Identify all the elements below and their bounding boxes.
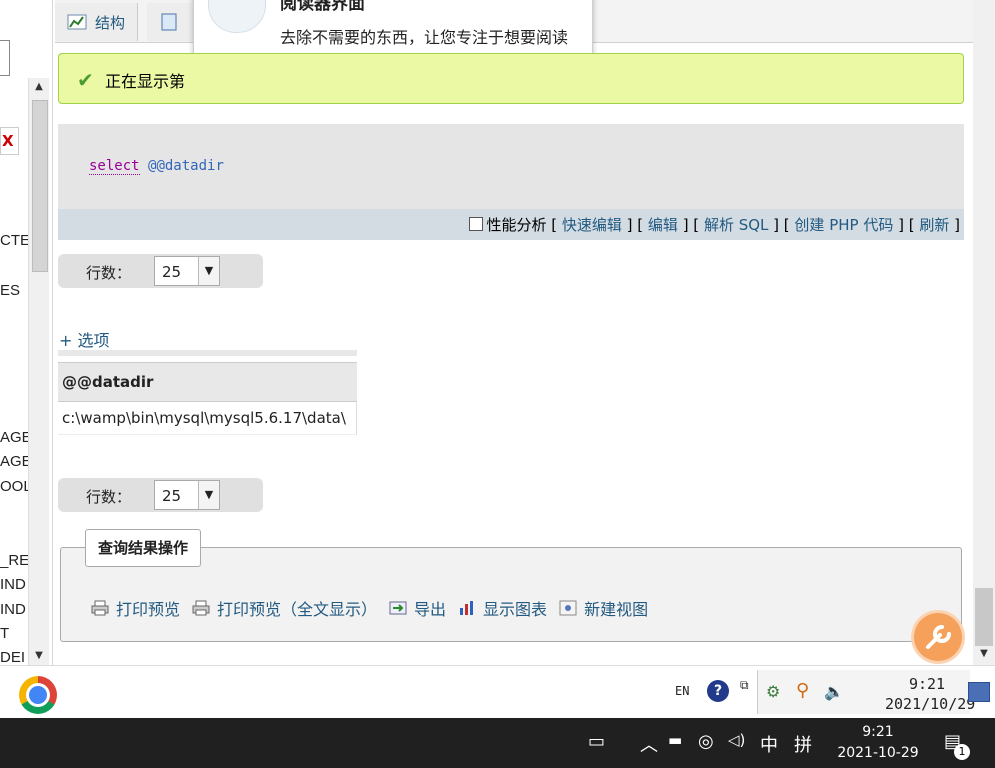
left-item[interactable]: DEI — [0, 649, 25, 665]
op-label: 打印预览（全文显示） — [217, 600, 378, 619]
rows-select[interactable]: 25 ▼ — [154, 480, 220, 510]
inline-edit-link[interactable]: 快速编辑 — [562, 216, 622, 234]
ops-items: 打印预览 打印预览（全文显示） 导出 显示图表 新建视图 — [91, 596, 648, 620]
tab-sql[interactable] — [147, 3, 198, 41]
left-item[interactable]: IND — [0, 576, 26, 593]
host-clock[interactable]: 9:21 2021-10-29 — [836, 722, 920, 764]
printer-icon — [91, 600, 109, 616]
scroll-up-arrow-icon[interactable]: ▲ — [29, 78, 49, 96]
profiling-checkbox[interactable] — [469, 217, 484, 231]
edit-link[interactable]: 编辑 — [648, 216, 678, 234]
left-scrollbar[interactable]: ▲ ▼ — [28, 78, 49, 665]
host-time: 9:21 — [862, 724, 894, 740]
sql-action-bar: 性能分析 [ 快速编辑 ] [ 编辑 ] [ 解析 SQL ] [ 创建 PHP… — [58, 209, 964, 240]
search-icon[interactable]: ⚲ — [796, 680, 809, 701]
chart-icon — [460, 601, 474, 615]
show-desktop-icon[interactable] — [968, 682, 990, 702]
globe-icon[interactable]: ◎ — [698, 731, 714, 752]
rows-select[interactable]: 25 ▼ — [154, 256, 220, 286]
wrench-icon[interactable] — [914, 613, 962, 661]
vm-date: 2021/10/29 — [885, 695, 976, 713]
ime-name[interactable]: 拼 — [794, 731, 812, 757]
create-php-code-link[interactable]: 创建 PHP 代码 — [794, 216, 893, 234]
sql-keyword[interactable]: select — [89, 158, 140, 175]
volume-icon[interactable]: 🔈 — [824, 682, 844, 701]
create-view-link[interactable]: 新建视图 — [559, 596, 648, 620]
options-link[interactable]: + 选项 — [59, 327, 110, 351]
op-label: 显示图表 — [483, 600, 548, 619]
export-icon — [389, 601, 407, 615]
explain-sql-link[interactable]: 解析 SQL — [704, 216, 768, 234]
rows-label: 行数： — [86, 264, 132, 282]
restore-icon[interactable]: ⧉ — [740, 678, 749, 693]
host-date: 2021-10-29 — [837, 745, 919, 761]
print-preview-link[interactable]: 打印预览 — [91, 596, 180, 620]
vm-time: 9:21 — [908, 675, 946, 693]
speaker-icon[interactable]: ◁) — [728, 731, 745, 749]
table-structure-icon — [67, 14, 87, 30]
profiling-label: 性能分析 — [486, 216, 547, 234]
left-item[interactable]: AGE — [0, 429, 32, 446]
table-cell: c:\wamp\bin\mysql\mysql5.6.17\data\ — [58, 402, 357, 435]
tab-label: 结构 — [95, 13, 126, 32]
sql-icon — [161, 13, 177, 31]
chrome-icon[interactable] — [19, 676, 57, 714]
language-indicator[interactable]: EN — [675, 684, 689, 698]
left-item[interactable]: IND — [0, 601, 26, 618]
scroll-down-arrow-icon[interactable]: ▼ — [974, 645, 994, 663]
vm-taskbar: EN ? ⧉ ⚙ ⚲ 🔈 9:21 2021/10/29 — [0, 665, 995, 719]
success-notice: ✔ 正在显示第 — [58, 53, 964, 104]
left-item[interactable]: OOL — [0, 478, 32, 495]
notice-text: 正在显示第 — [105, 72, 186, 91]
rows-per-page-top: 行数： 25 ▼ — [58, 254, 263, 288]
chevron-down-icon[interactable]: ▼ — [198, 257, 219, 285]
help-icon[interactable]: ? — [707, 680, 729, 702]
vm-clock[interactable]: 9:21 2021/10/29 — [885, 674, 976, 714]
network-icon[interactable]: ⚙ — [766, 682, 780, 701]
result-table: @@datadir c:\wamp\bin\mysql\mysql5.6.17\… — [58, 350, 357, 435]
op-label: 新建视图 — [584, 600, 649, 619]
reader-mode-icon — [208, 0, 266, 33]
host-taskbar: ▭ ︿ ▬ ◎ ◁) 中 拼 9:21 2021-10-29 ▤ 1 — [0, 718, 995, 768]
sql-code: select @@datadir — [89, 158, 224, 175]
rows-value: 25 — [162, 487, 182, 505]
refresh-link[interactable]: 刷新 — [919, 216, 949, 234]
checkmark-icon: ✔ — [77, 68, 94, 92]
left-item[interactable]: T — [0, 625, 9, 642]
main-scroll-thumb[interactable] — [975, 588, 993, 646]
sql-links: 性能分析 [ 快速编辑 ] [ 编辑 ] [ 解析 SQL ] [ 创建 PHP… — [469, 214, 960, 235]
display-chart-link[interactable]: 显示图表 — [458, 596, 547, 620]
chevron-up-icon[interactable]: ︿ — [640, 731, 658, 757]
main-scrollbar[interactable]: ▼ — [973, 0, 995, 665]
view-icon — [559, 600, 577, 616]
rows-per-page-bottom: 行数： 25 ▼ — [58, 478, 263, 512]
scroll-down-arrow-icon[interactable]: ▼ — [29, 647, 49, 665]
table-top-border — [58, 350, 357, 356]
export-link[interactable]: 导出 — [389, 596, 446, 620]
battery-icon[interactable]: ▬ — [668, 731, 682, 749]
notification-badge: 1 — [954, 744, 970, 760]
chevron-down-icon[interactable]: ▼ — [198, 481, 219, 509]
rows-label: 行数： — [86, 488, 132, 506]
sql-query-box: select @@datadir 性能分析 [ 快速编辑 ] [ 编辑 ] [ … — [58, 124, 964, 240]
op-label: 导出 — [414, 600, 447, 619]
left-item-x[interactable]: X — [0, 127, 19, 155]
keyboard-icon[interactable]: ▭ — [588, 731, 605, 752]
rows-value: 25 — [162, 263, 182, 281]
op-label: 打印预览 — [116, 600, 181, 619]
left-item[interactable]: CTE — [0, 232, 30, 249]
print-preview-full-link[interactable]: 打印预览（全文显示） — [192, 596, 377, 620]
sql-variable: @@datadir — [148, 158, 224, 174]
left-dropdown-fragment[interactable] — [0, 40, 10, 76]
popup-title: 阅读器界面 — [280, 0, 365, 14]
left-scroll-thumb[interactable] — [32, 100, 48, 272]
printer-icon — [192, 600, 210, 616]
left-item[interactable]: ES — [0, 282, 20, 299]
column-header[interactable]: @@datadir — [58, 362, 357, 402]
ime-mode[interactable]: 中 — [760, 731, 778, 757]
tab-structure[interactable]: 结构 — [55, 3, 139, 41]
ops-legend: 查询结果操作 — [85, 529, 202, 567]
